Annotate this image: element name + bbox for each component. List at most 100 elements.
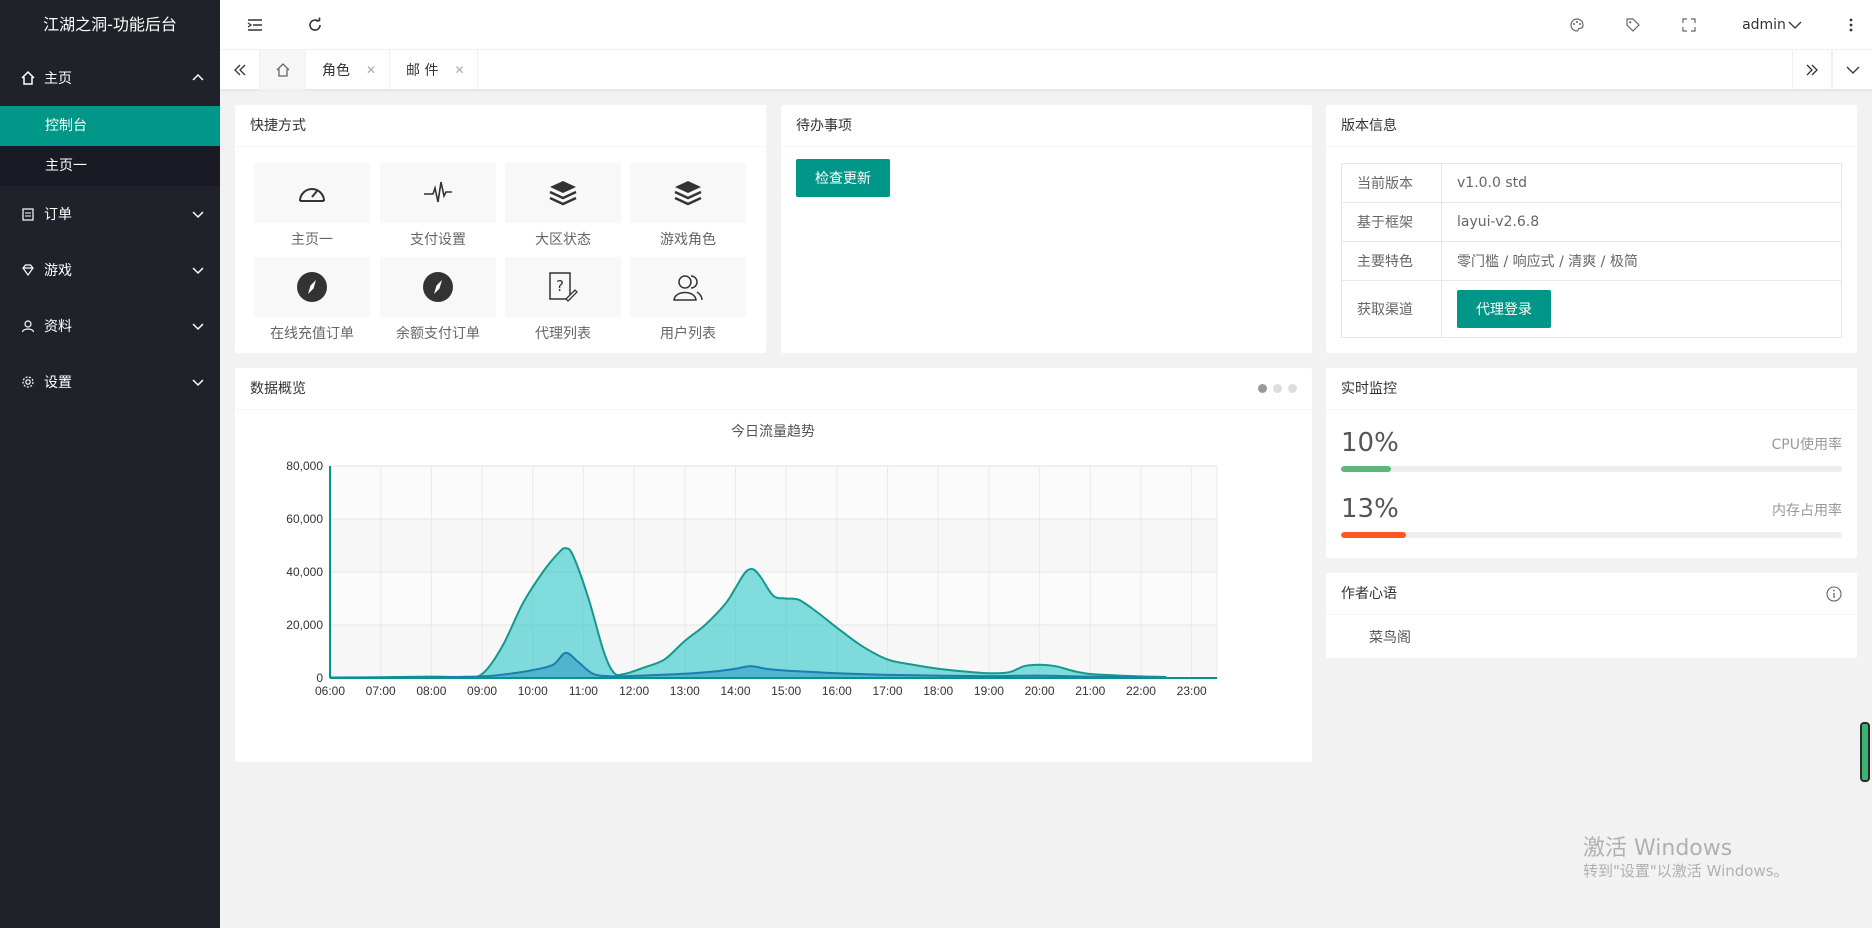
info-icon[interactable]: [1826, 586, 1842, 602]
author-title: 作者心语: [1326, 573, 1857, 615]
x-tick-label: 22:00: [1126, 684, 1156, 698]
tag-icon[interactable]: [1618, 0, 1648, 50]
version-key: 基于框架: [1341, 202, 1442, 242]
shortcut-payment-settings[interactable]: [380, 163, 496, 223]
layers-icon: [674, 181, 702, 206]
user-icon: [20, 318, 36, 334]
username: admin: [1742, 17, 1786, 33]
dashboard-icon: [299, 188, 325, 202]
chevron-up-icon: [192, 72, 204, 88]
shortcut-online-recharge[interactable]: [254, 257, 370, 317]
version-title: 版本信息: [1326, 105, 1857, 147]
page-tabs: 角色 ✕ 邮 件 ✕: [220, 50, 1872, 90]
chevron-down-icon: [192, 264, 204, 280]
monitor-title: 实时监控: [1326, 368, 1857, 410]
x-tick-label: 21:00: [1075, 684, 1105, 698]
pulse-icon: [424, 181, 452, 203]
sidebar: 江湖之洞-功能后台 主页 控制台 主页一 订单 游戏 资料 设置: [0, 0, 220, 928]
y-tick-label: 40,000: [286, 565, 323, 579]
x-tick-label: 11:00: [569, 684, 598, 698]
nav-profile[interactable]: 资料: [0, 298, 220, 354]
compass-icon: [297, 272, 327, 302]
cpu-percent: 10%: [1341, 428, 1399, 458]
help-edit-icon: ?: [549, 272, 578, 302]
shortcut-game-roles[interactable]: [630, 163, 746, 223]
version-key: 当前版本: [1341, 163, 1442, 203]
version-key: 获取渠道: [1341, 280, 1442, 338]
author-text: 菜鸟阁: [1369, 630, 1411, 646]
table-row: 基于框架 layui-v2.6.8: [1341, 202, 1842, 242]
y-tick-label: 0: [316, 671, 323, 685]
grid-band: [330, 466, 1217, 519]
version-value: v1.0.0 std: [1441, 163, 1842, 203]
shortcut-agent-list[interactable]: ?: [505, 257, 621, 317]
close-icon[interactable]: ✕: [454, 63, 464, 77]
compass-icon: [423, 272, 453, 302]
menu-collapse-icon[interactable]: [240, 0, 270, 50]
side-scroll-handle[interactable]: [1860, 722, 1870, 782]
shortcut-label: 游戏角色: [660, 232, 716, 248]
shortcut-home-one[interactable]: [254, 163, 370, 223]
top-header: admin: [220, 0, 1872, 50]
carousel-dot[interactable]: [1258, 384, 1267, 393]
table-row: 当前版本 v1.0.0 std: [1341, 163, 1842, 203]
gear-icon: [20, 374, 36, 390]
chevron-down-icon: [192, 320, 204, 336]
cpu-progress-fill: [1341, 466, 1392, 472]
nav-orders[interactable]: 订单: [0, 186, 220, 242]
nav-games[interactable]: 游戏: [0, 242, 220, 298]
shortcut-user-list[interactable]: [630, 257, 746, 317]
version-key: 主要特色: [1341, 241, 1442, 281]
y-tick-label: 20,000: [286, 618, 323, 632]
nav-settings[interactable]: 设置: [0, 354, 220, 410]
memory-progress-fill: [1341, 532, 1407, 538]
chart-title: 今日流量趋势: [731, 423, 815, 439]
x-tick-label: 19:00: [974, 684, 1004, 698]
nav-home-label: 主页: [44, 71, 72, 87]
shortcut-label: 代理列表: [535, 326, 591, 342]
app-logo: 江湖之洞-功能后台: [43, 15, 177, 34]
more-vertical-icon[interactable]: [1836, 0, 1866, 50]
carousel-dot[interactable]: [1273, 384, 1282, 393]
nav-sub-home-one[interactable]: 主页一: [0, 146, 220, 186]
agent-login-button[interactable]: 代理登录: [1457, 290, 1551, 328]
cpu-label: CPU使用率: [1771, 437, 1842, 453]
windows-activation-title: 激活 Windows: [1583, 836, 1733, 861]
user-menu[interactable]: admin: [1732, 0, 1812, 50]
tab-home[interactable]: [260, 50, 306, 90]
shortcuts-card: 快捷方式 主页一 支付设置 大区状态 游戏角色 在线充值订单 余额支付订单 ? …: [235, 105, 766, 353]
tab-mail[interactable]: 邮 件 ✕: [390, 50, 478, 90]
nav-home-submenu: 控制台 主页一: [0, 106, 220, 186]
table-row: 主要特色 零门槛 / 响应式 / 清爽 / 极简: [1341, 241, 1842, 281]
check-update-button[interactable]: 检查更新: [796, 159, 890, 197]
carousel-dot[interactable]: [1288, 384, 1297, 393]
nav-profile-label: 资料: [44, 319, 72, 335]
nav-home[interactable]: 主页: [0, 50, 220, 106]
version-table: 当前版本 v1.0.0 std 基于框架 layui-v2.6.8 主要特色 零…: [1341, 163, 1842, 338]
refresh-icon[interactable]: [300, 0, 330, 50]
x-tick-label: 18:00: [923, 684, 953, 698]
nav-sub-console[interactable]: 控制台: [0, 106, 220, 146]
x-tick-label: 20:00: [1025, 684, 1055, 698]
tab-roles[interactable]: 角色 ✕: [306, 50, 390, 90]
close-icon[interactable]: ✕: [366, 63, 376, 77]
version-value-cell: 代理登录: [1441, 280, 1842, 338]
x-tick-label: 09:00: [467, 684, 497, 698]
overview-title: 数据概览: [235, 368, 1312, 410]
shortcut-label: 支付设置: [410, 232, 466, 248]
tab-mail-label: 邮 件: [406, 63, 439, 79]
carousel-dots[interactable]: [1252, 368, 1297, 410]
chevron-down-icon: [192, 208, 204, 224]
shortcut-balance-orders[interactable]: [380, 257, 496, 317]
x-tick-label: 08:00: [416, 684, 446, 698]
fullscreen-icon[interactable]: [1674, 0, 1704, 50]
x-tick-label: 17:00: [873, 684, 903, 698]
theme-palette-icon[interactable]: [1562, 0, 1592, 50]
tabs-dropdown-icon[interactable]: [1832, 50, 1872, 90]
home-icon: [275, 62, 291, 78]
diamond-icon: [20, 262, 36, 278]
data-overview-card: 数据概览 今日流量趋势 0 20,000 40,000 60,000 80,000 06:0…: [235, 368, 1312, 762]
tabs-scroll-right-icon[interactable]: [1792, 50, 1832, 90]
tabs-scroll-left-icon[interactable]: [220, 50, 260, 90]
shortcut-region-status[interactable]: [505, 163, 621, 223]
